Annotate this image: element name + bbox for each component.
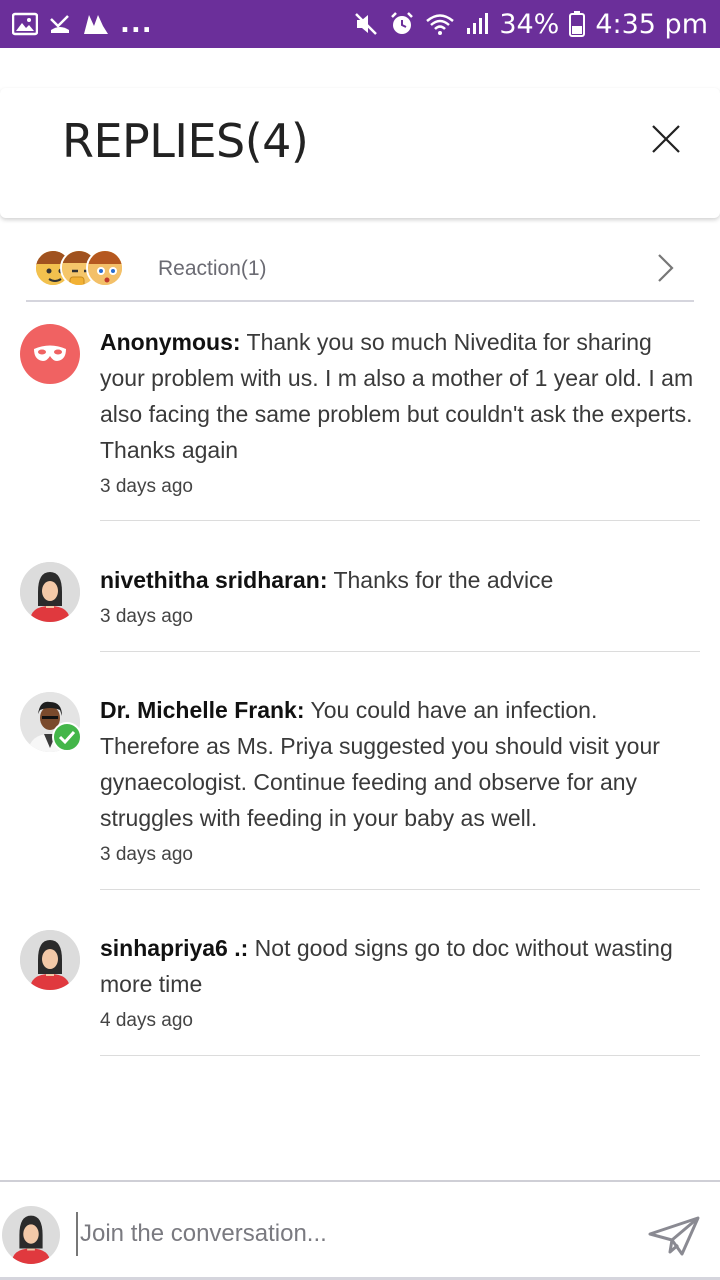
default-female-avatar: [20, 930, 80, 990]
compose-bar: [0, 1180, 720, 1280]
reply-timestamp: 3 days ago: [100, 606, 193, 627]
missed-call-icon: [48, 12, 72, 36]
divider: [100, 1055, 700, 1056]
app-m-icon: [82, 12, 110, 36]
reply-timestamp: 3 days ago: [100, 844, 193, 865]
send-icon: [648, 1216, 700, 1256]
reaction-face-icon: [86, 249, 124, 287]
alarm-icon: [389, 11, 415, 37]
reply-content: Anonymous: Thank you so much Nivedita fo…: [100, 324, 700, 468]
divider: [100, 651, 700, 652]
reply-content: nivethitha sridharan: Thanks for the adv…: [100, 562, 700, 598]
reply-message: Thanks for the advice: [327, 567, 554, 593]
gallery-icon: [12, 12, 38, 36]
reply-content: sinhapriya6 .: Not good signs go to doc …: [100, 930, 700, 1002]
reaction-count-label: Reaction(1): [158, 257, 267, 280]
signal-icon: [465, 12, 489, 36]
reply-content: Dr. Michelle Frank: You could have an in…: [100, 692, 700, 836]
battery-icon: [569, 11, 586, 37]
reaction-avatars: [34, 247, 144, 291]
close-button[interactable]: [640, 113, 692, 165]
send-button[interactable]: [648, 1214, 700, 1258]
clock: 4:35 pm: [595, 8, 708, 40]
anonymous-mask-icon: [20, 324, 80, 384]
divider: [100, 520, 700, 521]
reply-author[interactable]: nivethitha sridharan:: [100, 567, 327, 593]
mute-icon: [353, 11, 379, 37]
verified-badge-icon: [52, 722, 82, 752]
reply-author[interactable]: Anonymous:: [100, 329, 241, 355]
reply-timestamp: 4 days ago: [100, 1010, 193, 1031]
doctor-photo-avatar: [20, 692, 82, 752]
status-bar: ... 34% 4:35 pm: [0, 0, 720, 48]
wifi-icon: [425, 12, 455, 36]
comment-input[interactable]: [76, 1212, 596, 1256]
reactions-row[interactable]: Reaction(1): [26, 238, 694, 302]
replies-header: REPLIES(4): [0, 88, 720, 218]
reply-author[interactable]: sinhapriya6 .:: [100, 935, 248, 961]
chevron-right-icon: [658, 254, 674, 282]
overflow-indicator: ...: [120, 9, 153, 39]
page-title: REPLIES(4): [62, 114, 309, 168]
battery-percent: 34%: [499, 8, 560, 40]
reply-author[interactable]: Dr. Michelle Frank:: [100, 697, 305, 723]
default-female-avatar: [20, 562, 80, 622]
current-user-avatar: [2, 1206, 60, 1264]
reply-timestamp: 3 days ago: [100, 476, 193, 497]
divider: [100, 889, 700, 890]
close-icon: [652, 125, 680, 153]
